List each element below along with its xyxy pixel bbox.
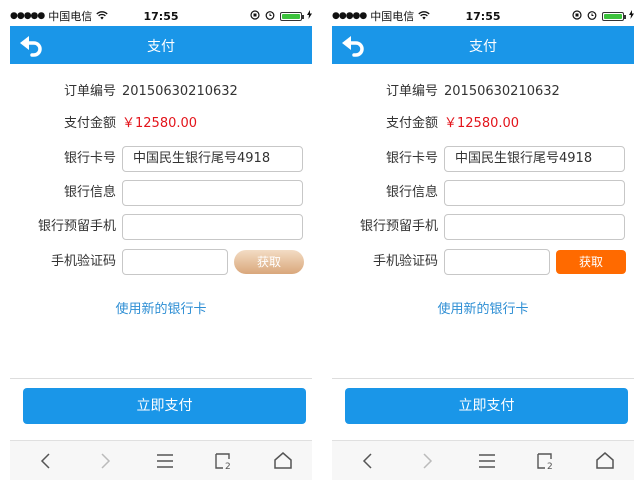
nav-bar: 支付 bbox=[10, 26, 312, 64]
forward-icon[interactable] bbox=[93, 449, 117, 473]
pay-now-button[interactable]: 立即支付 bbox=[23, 388, 306, 424]
card-label: 银行卡号 bbox=[63, 151, 116, 166]
charging-icon bbox=[307, 10, 312, 22]
phone-label: 银行预留手机 bbox=[37, 219, 116, 234]
menu-icon[interactable] bbox=[153, 449, 177, 473]
tabs-count: 2 bbox=[225, 462, 231, 472]
amount-row: 支付金额 ￥12580.00 bbox=[332, 111, 634, 137]
phone-field[interactable] bbox=[444, 214, 625, 240]
use-new-card-link[interactable]: 使用新的银行卡 bbox=[332, 298, 634, 317]
phone-row: 银行预留手机 bbox=[10, 214, 312, 240]
pay-now-button[interactable]: 立即支付 bbox=[345, 388, 628, 424]
get-code-button[interactable]: 获取 bbox=[234, 250, 304, 274]
alarm-icon bbox=[265, 10, 275, 23]
phone-row: 银行预留手机 bbox=[332, 214, 634, 240]
browser-toolbar: 2 bbox=[10, 440, 312, 480]
page-title: 支付 bbox=[469, 39, 497, 55]
get-code-button[interactable]: 获取 bbox=[556, 250, 626, 274]
divider bbox=[10, 378, 312, 379]
amount-value: ￥12580.00 bbox=[122, 116, 198, 131]
nav-bar: 支付 bbox=[332, 26, 634, 64]
card-row: 银行卡号 中国民生银行尾号4918 bbox=[10, 146, 312, 172]
phone-field[interactable] bbox=[122, 214, 303, 240]
order-id-label: 订单编号 bbox=[63, 84, 116, 99]
card-number-field[interactable]: 中国民生银行尾号4918 bbox=[122, 146, 303, 172]
bank-info-field[interactable] bbox=[444, 180, 625, 206]
back-icon[interactable] bbox=[34, 449, 58, 473]
forward-icon[interactable] bbox=[415, 449, 439, 473]
sms-code-field[interactable] bbox=[444, 249, 550, 275]
orientation-lock-icon bbox=[250, 9, 260, 23]
bank-info-field[interactable] bbox=[122, 180, 303, 206]
battery-icon bbox=[602, 11, 626, 21]
order-id-label: 订单编号 bbox=[385, 84, 438, 99]
order-id-row: 订单编号 20150630210632 bbox=[10, 79, 312, 105]
tabs-count: 2 bbox=[547, 462, 553, 472]
page-title: 支付 bbox=[147, 39, 175, 55]
divider bbox=[332, 378, 634, 379]
phone-screen-right: ●●●●● 中国电信 17:55 支付 订单编号 20150630210632 … bbox=[322, 0, 644, 480]
phone-screen-left: ●●●●● 中国电信 17:55 支付 订单编号 20150630210632 … bbox=[0, 0, 322, 480]
status-bar: ●●●●● 中国电信 17:55 bbox=[332, 6, 634, 26]
amount-label: 支付金额 bbox=[385, 116, 438, 131]
status-bar: ●●●●● 中国电信 17:55 bbox=[10, 6, 312, 26]
menu-icon[interactable] bbox=[475, 449, 499, 473]
home-icon[interactable] bbox=[271, 449, 295, 473]
battery-icon bbox=[280, 11, 304, 21]
orientation-lock-icon bbox=[572, 9, 582, 23]
tabs-icon[interactable]: 2 bbox=[212, 449, 236, 473]
home-icon[interactable] bbox=[593, 449, 617, 473]
bank-info-row: 银行信息 bbox=[332, 180, 634, 206]
alarm-icon bbox=[587, 10, 597, 23]
tabs-icon[interactable]: 2 bbox=[534, 449, 558, 473]
charging-icon bbox=[629, 10, 634, 22]
amount-row: 支付金额 ￥12580.00 bbox=[10, 111, 312, 137]
amount-value: ￥12580.00 bbox=[444, 116, 520, 131]
sms-row: 手机验证码 获取 bbox=[332, 249, 634, 275]
sms-code-label: 手机验证码 bbox=[372, 254, 438, 269]
card-label: 银行卡号 bbox=[385, 151, 438, 166]
bank-info-label: 银行信息 bbox=[63, 185, 116, 200]
use-new-card-link[interactable]: 使用新的银行卡 bbox=[10, 298, 312, 317]
browser-toolbar: 2 bbox=[332, 440, 634, 480]
card-row: 银行卡号 中国民生银行尾号4918 bbox=[332, 146, 634, 172]
sms-code-label: 手机验证码 bbox=[50, 254, 116, 269]
order-id-row: 订单编号 20150630210632 bbox=[332, 79, 634, 105]
amount-label: 支付金额 bbox=[63, 116, 116, 131]
order-id-value: 20150630210632 bbox=[444, 84, 560, 99]
sms-code-field[interactable] bbox=[122, 249, 228, 275]
bank-info-label: 银行信息 bbox=[385, 185, 438, 200]
order-id-value: 20150630210632 bbox=[122, 84, 238, 99]
back-icon[interactable] bbox=[356, 449, 380, 473]
card-number-field[interactable]: 中国民生银行尾号4918 bbox=[444, 146, 625, 172]
bank-info-row: 银行信息 bbox=[10, 180, 312, 206]
phone-label: 银行预留手机 bbox=[359, 219, 438, 234]
sms-row: 手机验证码 获取 bbox=[10, 249, 312, 275]
